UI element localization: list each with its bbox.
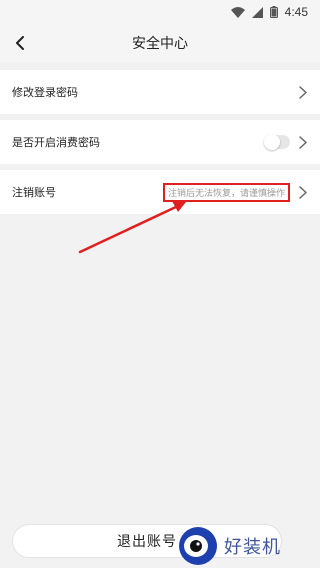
- app-header: 安全中心: [0, 24, 320, 62]
- eye-logo-icon: [179, 527, 217, 565]
- wifi-icon: [230, 3, 245, 22]
- toggle-knob: [264, 134, 280, 150]
- row-label: 注销账号: [12, 186, 56, 199]
- row-label: 修改登录密码: [12, 86, 78, 99]
- change-login-password-row[interactable]: 修改登录密码: [0, 70, 320, 120]
- status-time: 4:45: [284, 5, 308, 19]
- status-bar: 4:45: [0, 0, 320, 24]
- logout-label: 退出账号: [117, 534, 177, 550]
- chevron-right-icon: [298, 135, 308, 149]
- payment-password-row[interactable]: 是否开启消费密码: [0, 120, 320, 170]
- watermark-logo: 好装机: [176, 524, 316, 568]
- cancel-account-row[interactable]: 注销账号 注销后无法恢复，请谨慎操作: [0, 170, 320, 220]
- page-title: 安全中心: [132, 36, 188, 52]
- payment-password-toggle[interactable]: [264, 134, 290, 150]
- settings-list: 修改登录密码 是否开启消费密码 注销账号 注销后无法恢复，请谨慎操作: [0, 70, 320, 220]
- chevron-right-icon: [298, 85, 308, 99]
- signal-icon: [251, 3, 263, 22]
- row-label: 是否开启消费密码: [12, 136, 100, 149]
- watermark-text: 好装机: [224, 537, 281, 558]
- cancel-account-hint: 注销后无法恢复，请谨慎操作: [162, 182, 290, 202]
- chevron-right-icon: [298, 185, 308, 199]
- battery-icon: [269, 3, 278, 22]
